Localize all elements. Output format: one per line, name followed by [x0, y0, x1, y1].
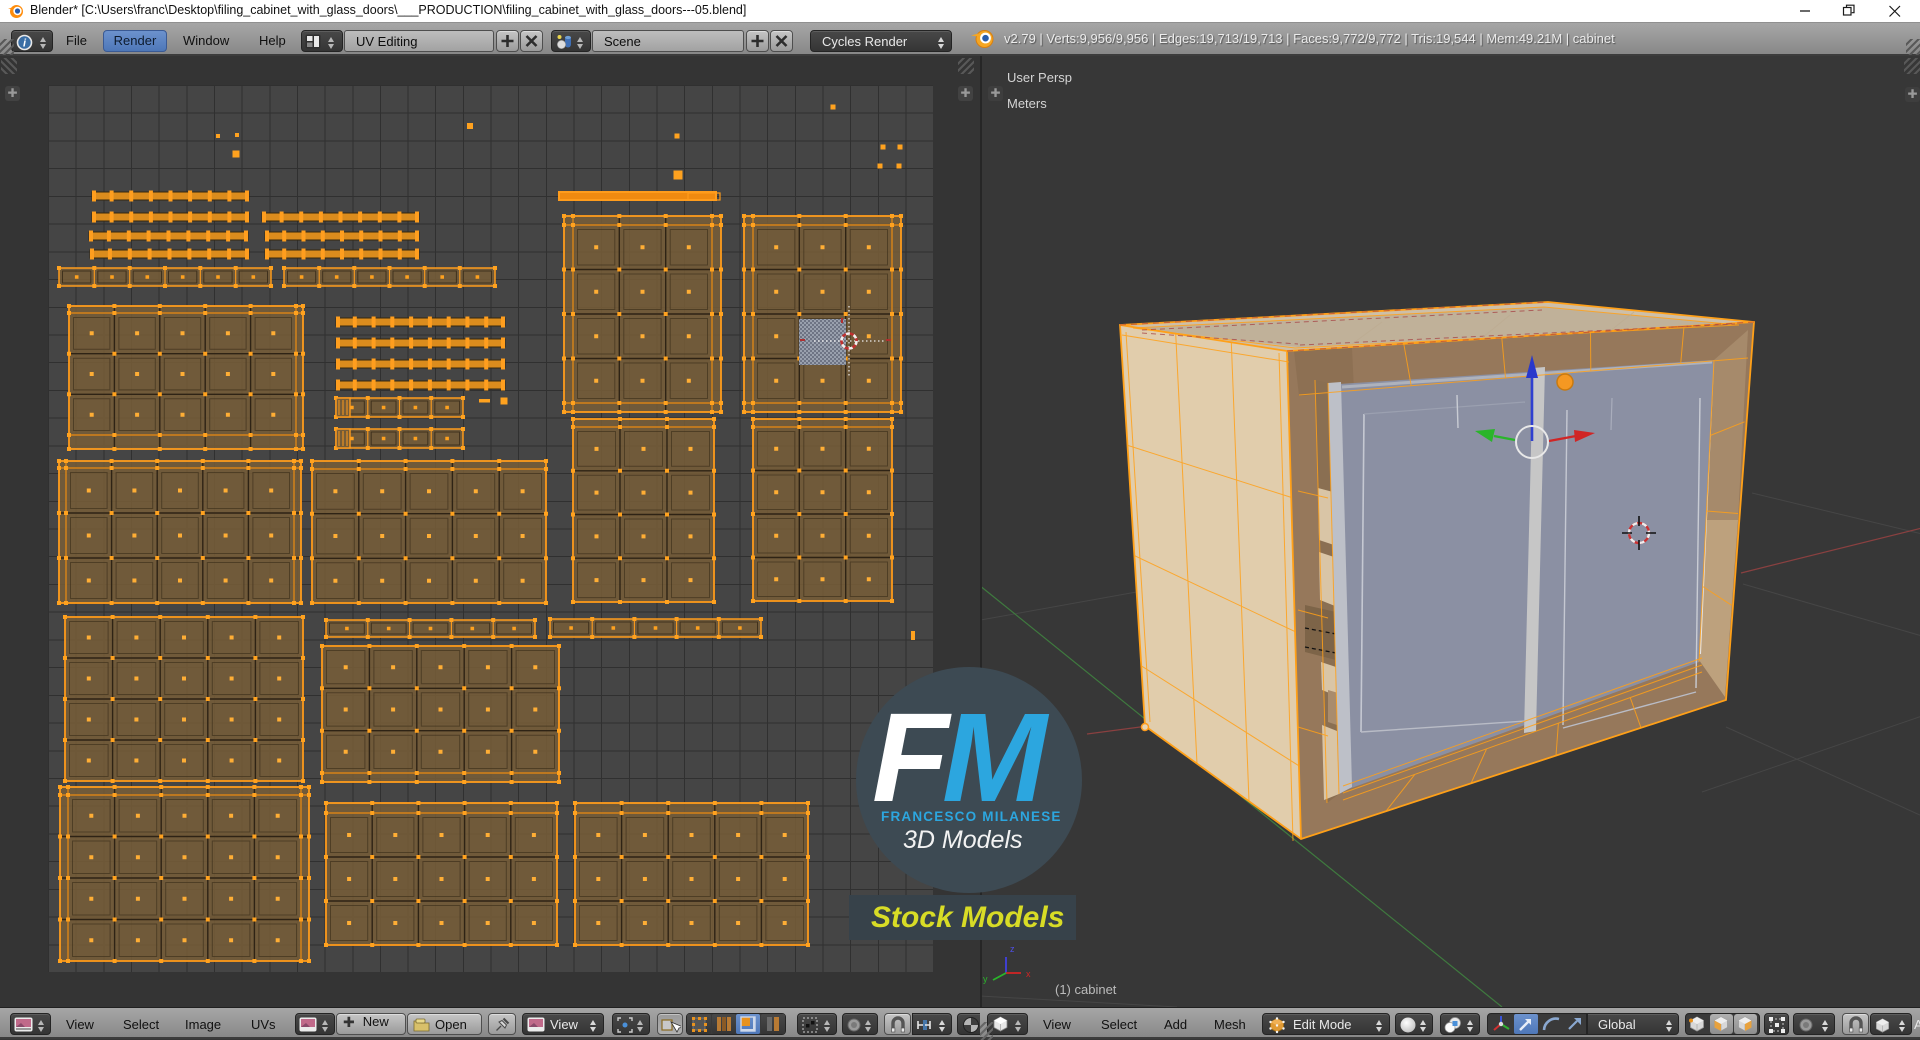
svg-text:z: z [1010, 944, 1015, 954]
svg-text:x: x [1026, 969, 1031, 979]
svg-text:y: y [983, 974, 988, 984]
